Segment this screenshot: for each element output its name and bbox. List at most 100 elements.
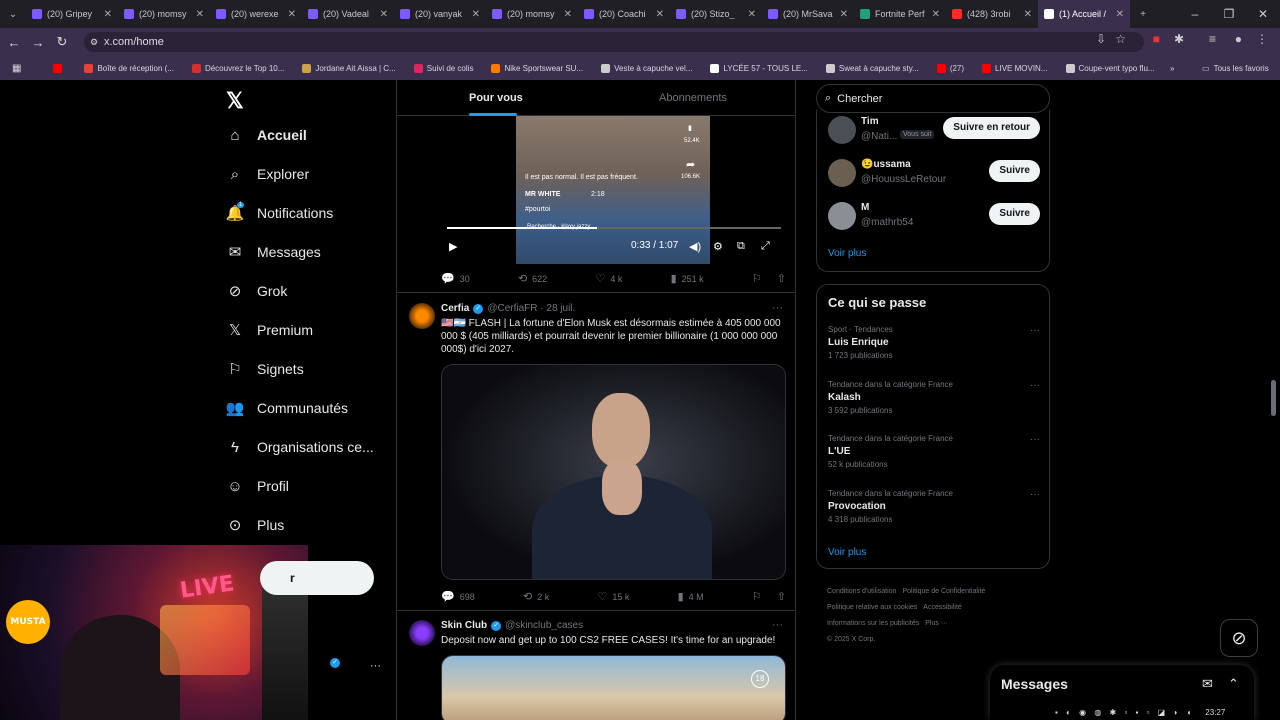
bookmark-item[interactable]: (27) <box>936 63 964 73</box>
bookmark-item[interactable]: LIVE MOVIN... <box>982 63 1048 73</box>
play-icon[interactable]: ▶ <box>449 240 457 253</box>
browser-tab[interactable]: (20) MrSava ✕ <box>762 0 854 28</box>
browser-tab[interactable]: Fortnite Perf ✕ <box>854 0 946 28</box>
extension-red-icon[interactable]: ■ <box>1153 32 1160 46</box>
close-tab-icon[interactable]: ✕ <box>656 9 664 20</box>
sidebar-item-grok[interactable]: ⊘ Grok <box>227 283 288 300</box>
browser-tab[interactable]: (20) vanyak ✕ <box>394 0 486 28</box>
trend-more-icon[interactable]: ··· <box>1030 325 1040 336</box>
fullscreen-icon[interactable]: ⤢ <box>761 240 770 253</box>
close-tab-icon[interactable]: ✕ <box>840 9 848 20</box>
bookmark-item[interactable] <box>53 63 66 73</box>
footer-link[interactable]: Informations sur les publicités <box>827 620 919 627</box>
browser-tab[interactable]: (20) momsy ✕ <box>486 0 578 28</box>
star-icon[interactable]: ☆ <box>1115 32 1126 46</box>
expand-drawer-icon[interactable]: ⌃ <box>1228 676 1239 692</box>
browser-tab[interactable]: (20) Stizo_ ✕ <box>670 0 762 28</box>
share-icon[interactable]: ⇧ <box>777 590 786 603</box>
tweet-media-image[interactable] <box>441 364 786 580</box>
footer-link[interactable]: Politique relative aux cookies <box>827 604 917 611</box>
sidebar-item-organisations-ce-[interactable]: ϟ Organisations ce... <box>227 439 374 456</box>
close-tab-icon[interactable]: ✕ <box>748 9 756 20</box>
see-more-follow[interactable]: Voir plus <box>828 248 866 259</box>
like-button[interactable]: ♡ 4 k <box>595 272 622 285</box>
trend-item[interactable]: Tendance dans la catégorie France Kalash 3… <box>828 380 1040 415</box>
tweet-author-handle[interactable]: @skinclub_cases <box>505 620 583 631</box>
close-tab-icon[interactable]: ✕ <box>472 9 480 20</box>
avatar[interactable] <box>828 202 856 230</box>
tweet-media-skinclub[interactable]: 18 <box>441 655 786 720</box>
url-field[interactable]: ⚙ x.com/home <box>84 32 1144 52</box>
footer-link[interactable]: Conditions d'utilisation <box>827 588 896 595</box>
bookmark-item[interactable]: Suivi de colis <box>413 63 473 73</box>
pip-icon[interactable]: ⧉ <box>737 240 745 253</box>
bookmark-item[interactable]: Nike Sportswear SU... <box>491 63 583 73</box>
maximize-icon[interactable]: ❐ <box>1212 0 1246 28</box>
browser-tab[interactable]: (20) Gripey ✕ <box>26 0 118 28</box>
sidebar-item-messages[interactable]: ✉ Messages <box>227 244 321 261</box>
browser-tab[interactable]: (20) werexe ✕ <box>210 0 302 28</box>
footer-link[interactable]: Accessibilité <box>923 604 962 611</box>
bookmark-icon[interactable]: ⚐ <box>752 272 762 285</box>
sidebar-item-signets[interactable]: ⚐ Signets <box>227 361 303 378</box>
trend-more-icon[interactable]: ··· <box>1030 380 1040 391</box>
tweet-more-icon[interactable]: ··· <box>772 619 783 631</box>
tweet-author-handle[interactable]: @CerfiaFR · 28 juil. <box>487 303 575 314</box>
browser-tab[interactable]: (20) momsy ✕ <box>118 0 210 28</box>
follow-button[interactable]: Suivre <box>989 160 1040 182</box>
tweet-author-name[interactable]: Skin Club <box>441 620 487 631</box>
apps-icon[interactable]: ▦ <box>12 63 21 74</box>
account-more-icon[interactable]: ··· <box>370 660 381 672</box>
follow-suggestion[interactable]: M @mathrb54 Suivre <box>828 202 1040 232</box>
tab-for-you[interactable]: Pour vous <box>469 92 523 104</box>
more-bookmarks-icon[interactable]: » <box>1170 64 1174 73</box>
back-icon[interactable]: ← <box>2 35 26 50</box>
video-progress-bar[interactable] <box>447 227 781 229</box>
bookmark-item[interactable]: Boîte de réception (... <box>84 63 174 73</box>
like-button[interactable]: ♡ 15 k <box>597 590 629 603</box>
sidebar-item-communautés[interactable]: 👥 Communautés <box>226 400 348 417</box>
footer-link[interactable]: Plus ··· <box>925 620 948 627</box>
bookmark-item[interactable]: LYCÉE 57 - TOUS LE... <box>710 63 808 73</box>
close-tab-icon[interactable]: ✕ <box>1116 9 1124 20</box>
trend-item[interactable]: Sport · Tendances Luis Enrique 1 723 publi… <box>828 325 1040 360</box>
follow-suggestion[interactable]: Tim @Nati... Vous suit Suivre en retour <box>828 116 1040 146</box>
tab-search-button[interactable]: ⌄ <box>0 0 26 28</box>
retweet-button[interactable]: ⟲ 622 <box>518 272 547 285</box>
media-icon[interactable]: ≡ <box>1209 32 1216 46</box>
avatar[interactable] <box>828 159 856 187</box>
bookmark-item[interactable]: Veste à capuche vel... <box>601 63 692 73</box>
follow-suggestion[interactable]: 😉ussama @HouussLeRetour Suivre <box>828 159 1040 189</box>
menu-icon[interactable]: ⋮ <box>1256 32 1268 46</box>
browser-tab[interactable]: (428) 3robi ✕ <box>946 0 1038 28</box>
close-tab-icon[interactable]: ✕ <box>288 9 296 20</box>
sidebar-item-plus[interactable]: ⊙ Plus <box>227 517 285 534</box>
volume-icon[interactable]: ◀) <box>689 240 701 253</box>
trend-item[interactable]: Tendance dans la catégorie France Provoca… <box>828 489 1040 524</box>
sidebar-item-accueil[interactable]: ⌂ Accueil <box>227 127 306 144</box>
tweet-author-name[interactable]: Cerfia <box>441 303 469 314</box>
site-info-icon[interactable]: ⚙ <box>90 37 98 48</box>
avatar[interactable] <box>828 116 856 144</box>
sidebar-item-premium[interactable]: 𝕏 Premium <box>227 322 313 339</box>
browser-tab[interactable]: (20) Vadeal ✕ <box>302 0 394 28</box>
settings-icon[interactable]: ⚙ <box>713 240 723 253</box>
close-window-icon[interactable]: ✕ <box>1246 0 1280 28</box>
share-icon[interactable]: ⇧ <box>777 272 786 285</box>
post-button[interactable]: r <box>260 561 374 595</box>
page-scrollbar[interactable] <box>1271 380 1276 416</box>
reply-button[interactable]: 💬 698 <box>441 590 475 603</box>
grok-floating-button[interactable]: ⊘ <box>1220 619 1258 657</box>
close-tab-icon[interactable]: ✕ <box>932 9 940 20</box>
close-tab-icon[interactable]: ✕ <box>104 9 112 20</box>
reply-button[interactable]: 💬 30 <box>441 272 470 285</box>
views-button[interactable]: ▮ 4 M <box>678 590 704 603</box>
x-logo-icon[interactable]: 𝕏 <box>226 88 244 114</box>
trend-more-icon[interactable]: ··· <box>1030 489 1040 500</box>
close-tab-icon[interactable]: ✕ <box>1024 9 1032 20</box>
new-tab-button[interactable]: + <box>1130 0 1156 28</box>
video-player[interactable]: Il est pas normal. Il est pas fréquent. … <box>441 116 786 264</box>
see-more-trends[interactable]: Voir plus <box>828 547 866 558</box>
avatar-skinclub[interactable] <box>409 620 435 646</box>
sidebar-item-explorer[interactable]: ⌕ Explorer <box>227 166 309 183</box>
